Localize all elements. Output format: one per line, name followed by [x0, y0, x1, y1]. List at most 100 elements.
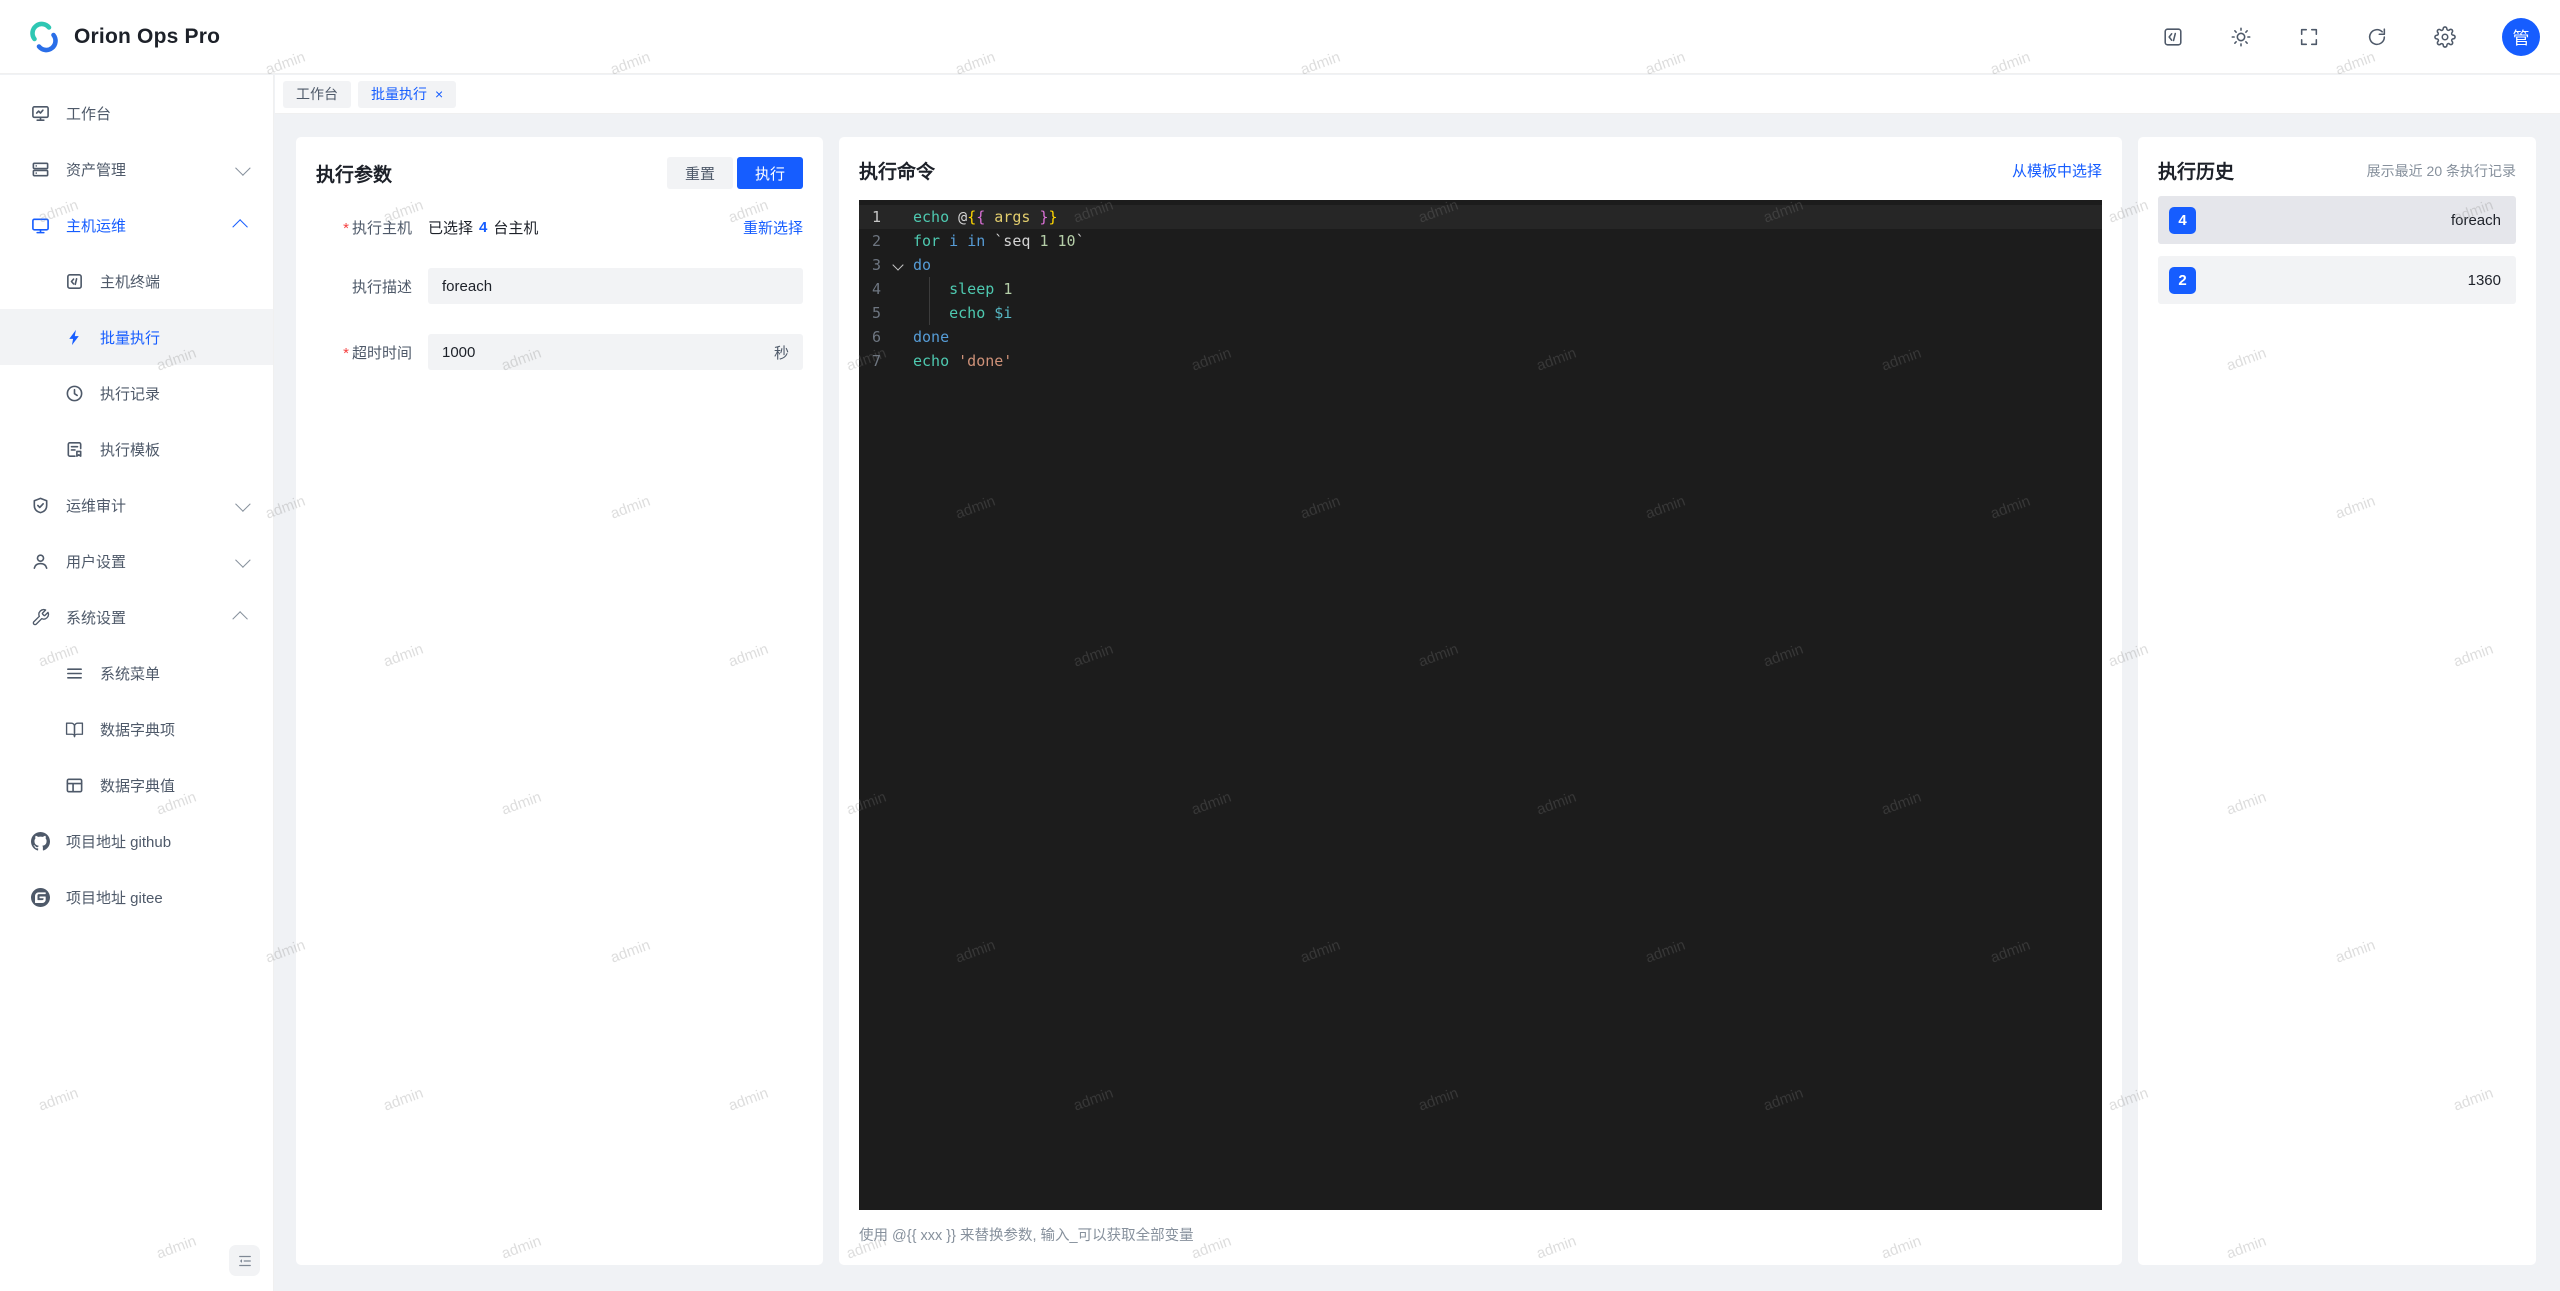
sidebar-item-label: 用户设置: [66, 551, 126, 572]
chevron-up-icon: [232, 219, 248, 235]
sidebar-item-ops-audit[interactable]: 运维审计: [0, 477, 273, 533]
timeout-label: 超时时间: [316, 342, 412, 363]
sidebar-item-batch-exec[interactable]: 批量执行: [0, 309, 273, 365]
desc-input-wrap: [428, 268, 803, 304]
fullscreen-icon[interactable]: [2298, 26, 2320, 48]
code-line[interactable]: 7echo 'done': [859, 349, 2102, 373]
sidebar-item-label: 执行记录: [100, 383, 160, 404]
sidebar-item-user-settings[interactable]: 用户设置: [0, 533, 273, 589]
code-token: @: [958, 208, 967, 226]
desc-input[interactable]: [442, 278, 789, 295]
exec-params-panel: 执行参数 重置 执行 执行主机 已选择 4 台主机 重新选择: [296, 137, 823, 1265]
code-line[interactable]: 3do: [859, 253, 2102, 277]
tab-label: 批量执行: [371, 84, 427, 104]
tab-batch-exec[interactable]: 批量执行 ×: [358, 81, 456, 108]
sidebar-item-exec-records[interactable]: 执行记录: [0, 365, 273, 421]
refresh-icon[interactable]: [2366, 26, 2388, 48]
code-token: $i: [994, 304, 1012, 322]
tab-label: 工作台: [296, 84, 338, 104]
sidebar-item-label: 执行模板: [100, 439, 160, 460]
host-label: 执行主机: [316, 217, 412, 238]
panel-title: 执行命令: [859, 157, 935, 184]
code-square-icon[interactable]: [2162, 26, 2184, 48]
sidebar-item-label: 运维审计: [66, 495, 126, 516]
history-row-label: 1360: [2468, 272, 2501, 289]
sidebar-collapse-button[interactable]: [229, 1245, 260, 1276]
app-logo-icon: [26, 19, 62, 55]
history-row[interactable]: 2 1360: [2158, 256, 2516, 304]
fold-chevron-icon[interactable]: [892, 259, 903, 270]
sidebar-item-assets[interactable]: 资产管理: [0, 141, 273, 197]
sidebar-item-workbench[interactable]: 工作台: [0, 85, 273, 141]
sidebar-item-dict-keys[interactable]: 数据字典项: [0, 701, 273, 757]
sidebar-item-github-link[interactable]: 项目地址 github: [0, 813, 273, 869]
table-icon: [64, 775, 84, 795]
editor-hint: 使用 @{{ xxx }} 来替换参数, 输入_可以获取全部变量: [859, 1224, 2102, 1245]
wrench-icon: [30, 607, 50, 627]
theme-sun-icon[interactable]: [2230, 26, 2252, 48]
code-token: do: [913, 256, 931, 274]
line-number: 6: [859, 325, 881, 349]
code-editor[interactable]: 1echo @{{ args }}2for i in `seq 1 10`3do…: [859, 200, 2102, 1210]
user-icon: [30, 551, 50, 571]
code-token: 1 10: [1039, 232, 1075, 250]
sidebar-item-host-terminal[interactable]: 主机终端: [0, 253, 273, 309]
sidebar-item-system-menu[interactable]: 系统菜单: [0, 645, 273, 701]
sidebar-item-label: 数据字典值: [100, 775, 175, 796]
code-token: done: [913, 328, 949, 346]
tab-workbench[interactable]: 工作台: [283, 81, 351, 108]
line-number: 4: [859, 277, 881, 301]
sidebar-item-label: 工作台: [66, 103, 111, 124]
timeout-input[interactable]: [442, 344, 766, 361]
panel-title: 执行参数: [316, 160, 392, 187]
sidebar-item-system-settings[interactable]: 系统设置: [0, 589, 273, 645]
reselect-hosts-link[interactable]: 重新选择: [743, 217, 803, 238]
exec-command-panel: 执行命令 从模板中选择 1echo @{{ args }}2for i in `…: [839, 137, 2122, 1265]
panel-title: 执行历史: [2158, 157, 2234, 184]
run-button[interactable]: 执行: [737, 157, 803, 189]
sidebar-item-host-ops[interactable]: 主机运维: [0, 197, 273, 253]
user-avatar[interactable]: 管: [2502, 18, 2540, 56]
settings-gear-icon[interactable]: [2434, 26, 2456, 48]
terminal-icon: [64, 271, 84, 291]
host-count: 4: [479, 219, 487, 236]
code-token: in: [967, 232, 994, 250]
shield-check-icon: [30, 495, 50, 515]
code-line[interactable]: 2for i in `seq 1 10`: [859, 229, 2102, 253]
code-line[interactable]: 4 sleep 1: [859, 277, 2102, 301]
choose-template-link[interactable]: 从模板中选择: [2012, 160, 2102, 181]
chevron-up-icon: [232, 611, 248, 627]
sidebar-item-label: 资产管理: [66, 159, 126, 180]
code-line[interactable]: 5 echo $i: [859, 301, 2102, 325]
code-line[interactable]: 1echo @{{ args }}: [859, 205, 2102, 229]
sidebar-item-exec-templates[interactable]: 执行模板: [0, 421, 273, 477]
host-count-badge: 4: [2169, 207, 2196, 234]
sidebar: 工作台 资产管理 主机运维 主机终端 批量执行 执行记录 执行模板 运维审计 用…: [0, 75, 274, 1291]
history-row-label: foreach: [2451, 212, 2501, 229]
main-area: 工作台 批量执行 × 执行参数 重置 执行 执行主机 已选择 4: [275, 75, 2560, 1291]
exec-history-panel: 执行历史 展示最近 20 条执行记录 4 foreach 2 1360: [2138, 137, 2536, 1265]
history-row[interactable]: 4 foreach: [2158, 196, 2516, 244]
code-token: 1: [1003, 280, 1012, 298]
sidebar-item-label: 主机运维: [66, 215, 126, 236]
sidebar-item-dict-values[interactable]: 数据字典值: [0, 757, 273, 813]
open-book-icon: [64, 719, 84, 739]
code-line[interactable]: 6 done: [859, 325, 2102, 349]
host-selected-suffix: 台主机: [493, 217, 538, 238]
tab-bar: 工作台 批量执行 ×: [275, 75, 2560, 114]
line-number: 1: [859, 205, 881, 229]
reset-button[interactable]: 重置: [667, 157, 733, 189]
sidebar-item-gitee-link[interactable]: 项目地址 gitee: [0, 869, 273, 925]
code-token: echo: [913, 208, 958, 226]
indent-guide: [929, 277, 930, 301]
desc-label: 执行描述: [316, 276, 412, 297]
sidebar-item-label: 系统设置: [66, 607, 126, 628]
sidebar-item-label: 数据字典项: [100, 719, 175, 740]
sidebar-item-label: 项目地址 github: [66, 831, 171, 852]
indent-guide: [929, 301, 930, 325]
code-token: args: [985, 208, 1039, 226]
history-clock-icon: [64, 383, 84, 403]
code-token: }: [1048, 208, 1057, 226]
tab-close-icon[interactable]: ×: [435, 87, 443, 101]
code-token: echo: [913, 304, 994, 322]
